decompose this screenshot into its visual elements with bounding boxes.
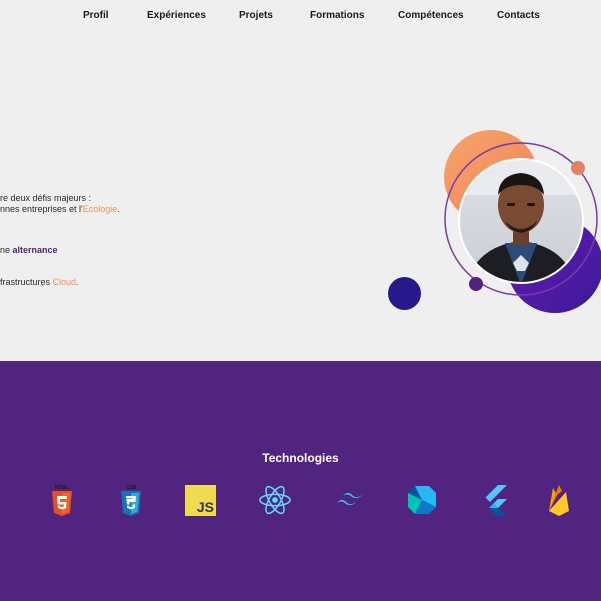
decorative-navy-circle <box>388 277 421 310</box>
orbit-dot-purple <box>469 277 483 291</box>
html5-icon: HTML <box>45 483 79 517</box>
technologies-section: Technologies HTML CSS JS <box>0 361 601 601</box>
hero-line-4-end: . <box>76 277 79 287</box>
profile-illustration <box>444 130 601 313</box>
flutter-icon <box>478 483 512 517</box>
firebase-icon <box>542 483 576 517</box>
css3-label: CSS <box>126 485 137 491</box>
react-icon <box>258 483 292 517</box>
orbit-dot-orange <box>571 161 585 175</box>
hero-section: re deux défis majeurs : nnes entreprises… <box>0 0 601 361</box>
hero-text-line-3: ne alternance <box>0 245 58 255</box>
cloud-highlight: Cloud <box>52 277 77 287</box>
html5-label: HTML <box>55 485 69 491</box>
hero-text-line-4: frastructures Cloud. <box>0 277 79 287</box>
dart-icon <box>405 483 439 517</box>
hero-line-4-text: frastructures <box>0 277 53 287</box>
hero-line-3-text: ne <box>0 245 13 255</box>
ecologie-highlight: Ecologie <box>82 204 118 214</box>
javascript-label: JS <box>196 499 213 515</box>
hero-text-line-1: re deux défis majeurs : <box>0 193 91 203</box>
alternance-highlight: alternance <box>12 245 58 255</box>
hero-line-2-end: . <box>117 204 120 214</box>
hero-line-1-text: re deux défis majeurs : <box>0 193 92 203</box>
hero-text-line-2: nnes entreprises et l'Ecologie. <box>0 204 120 214</box>
tailwind-icon <box>334 483 368 517</box>
javascript-icon: JS <box>183 483 217 517</box>
technologies-title: Technologies <box>262 451 339 465</box>
css3-icon: CSS <box>114 483 148 517</box>
hero-line-2-text: nnes entreprises et l' <box>0 204 83 214</box>
